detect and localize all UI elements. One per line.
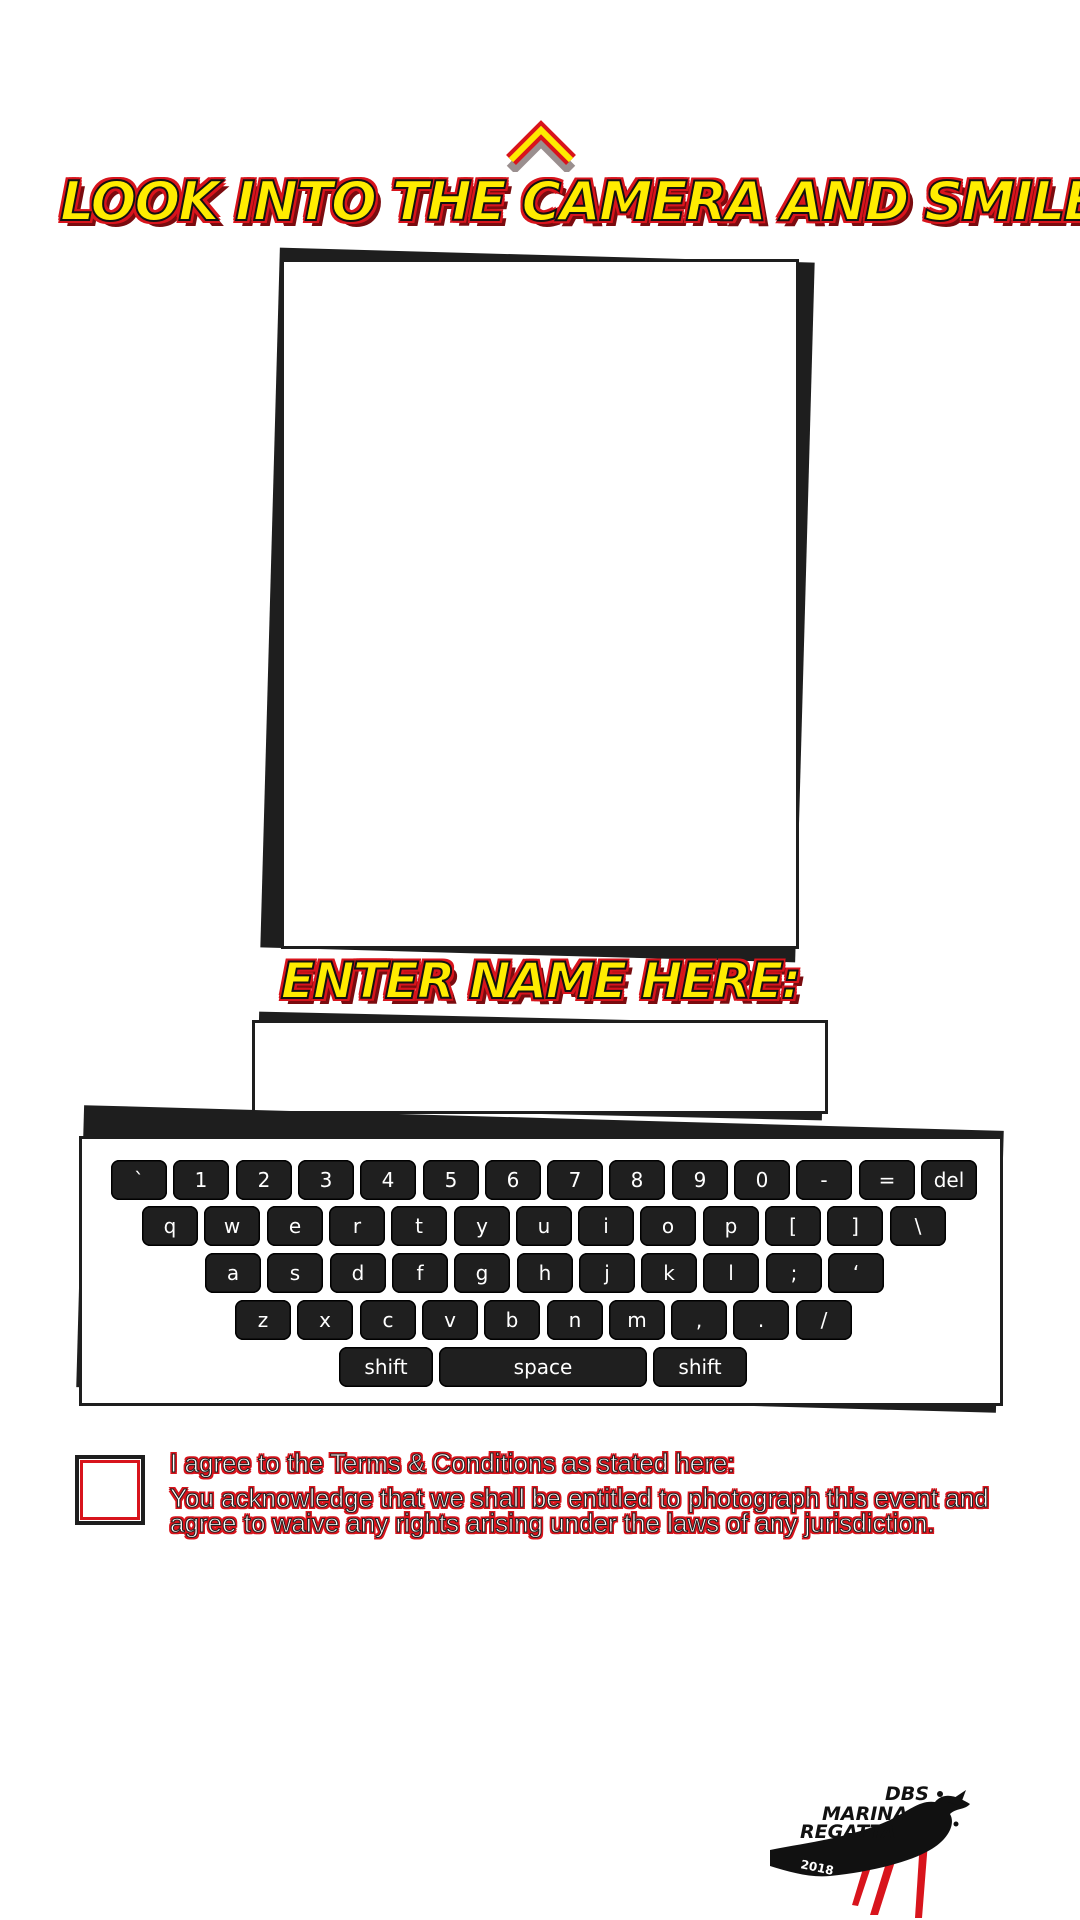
key-u[interactable]: u — [516, 1206, 572, 1246]
key-y[interactable]: y — [454, 1206, 510, 1246]
key-t[interactable]: t — [391, 1206, 447, 1246]
keyboard-row: q w e r t y u i o p[] \ — [0, 1206, 1080, 1246]
key-5[interactable]: 5 — [423, 1160, 479, 1200]
key-v[interactable]: v — [422, 1300, 478, 1340]
key-n[interactable]: n — [547, 1300, 603, 1340]
key-8[interactable]: 8 — [609, 1160, 665, 1200]
logo-line3: REGATTA — [800, 1821, 896, 1843]
dbs-marina-regatta-logo: DBS MARINA REGATTA 2018 — [770, 1783, 970, 1918]
key-sym-1-12[interactable]: \ — [890, 1206, 946, 1246]
key-sym-0-12[interactable]: = — [859, 1160, 915, 1200]
key-9[interactable]: 9 — [672, 1160, 728, 1200]
key-sym-2-9[interactable]: ; — [766, 1253, 822, 1293]
key-4[interactable]: 4 — [360, 1160, 416, 1200]
terms-heading: I agree to the Terms & Conditions as sta… — [170, 1448, 736, 1479]
terms-body: You acknowledge that we shall be entitle… — [170, 1485, 1000, 1538]
key-sym-2-10[interactable]: ‘ — [828, 1253, 884, 1293]
key-sym-1-11[interactable]: ] — [827, 1206, 883, 1246]
key-c[interactable]: c — [360, 1300, 416, 1340]
camera-preview — [281, 259, 799, 949]
key-3[interactable]: 3 — [298, 1160, 354, 1200]
camera-prompt-title: LOOK INTO THE CAMERA AND SMILE — [59, 169, 1080, 234]
key-a[interactable]: a — [205, 1253, 261, 1293]
key-sym-0-0[interactable]: ` — [111, 1160, 167, 1200]
key-d[interactable]: d — [330, 1253, 386, 1293]
key-6[interactable]: 6 — [485, 1160, 541, 1200]
key-f[interactable]: f — [392, 1253, 448, 1293]
key-sym-3-8[interactable]: . — [733, 1300, 789, 1340]
chevron-up-icon — [506, 120, 576, 172]
key-b[interactable]: b — [484, 1300, 540, 1340]
key-l[interactable]: l — [703, 1253, 759, 1293]
key-0[interactable]: 0 — [734, 1160, 790, 1200]
key-sym-3-7[interactable]: , — [671, 1300, 727, 1340]
key-1[interactable]: 1 — [173, 1160, 229, 1200]
key-del[interactable]: del — [921, 1160, 977, 1200]
terms-checkbox[interactable] — [75, 1455, 145, 1525]
key-s[interactable]: s — [267, 1253, 323, 1293]
key-m[interactable]: m — [609, 1300, 665, 1340]
key-r[interactable]: r — [329, 1206, 385, 1246]
key-q[interactable]: q — [142, 1206, 198, 1246]
key-shift[interactable]: shift — [653, 1347, 747, 1387]
key-z[interactable]: z — [235, 1300, 291, 1340]
key-sym-0-11[interactable]: - — [796, 1160, 852, 1200]
terms-body-line: agree to waive any rights arising under … — [170, 1508, 936, 1538]
key-x[interactable]: x — [297, 1300, 353, 1340]
key-sym-3-9[interactable]: / — [796, 1300, 852, 1340]
key-shift[interactable]: shift — [339, 1347, 433, 1387]
key-space[interactable]: space — [439, 1347, 647, 1387]
key-2[interactable]: 2 — [236, 1160, 292, 1200]
key-sym-1-10[interactable]: [ — [765, 1206, 821, 1246]
name-input[interactable] — [252, 1020, 828, 1114]
name-prompt-title: ENTER NAME HERE: — [280, 951, 803, 1011]
key-i[interactable]: i — [578, 1206, 634, 1246]
key-h[interactable]: h — [517, 1253, 573, 1293]
key-j[interactable]: j — [579, 1253, 635, 1293]
logo-line1: DBS — [885, 1783, 929, 1805]
key-7[interactable]: 7 — [547, 1160, 603, 1200]
key-o[interactable]: o — [640, 1206, 696, 1246]
key-g[interactable]: g — [454, 1253, 510, 1293]
key-e[interactable]: e — [267, 1206, 323, 1246]
key-k[interactable]: k — [641, 1253, 697, 1293]
key-p[interactable]: p — [703, 1206, 759, 1246]
key-w[interactable]: w — [204, 1206, 260, 1246]
